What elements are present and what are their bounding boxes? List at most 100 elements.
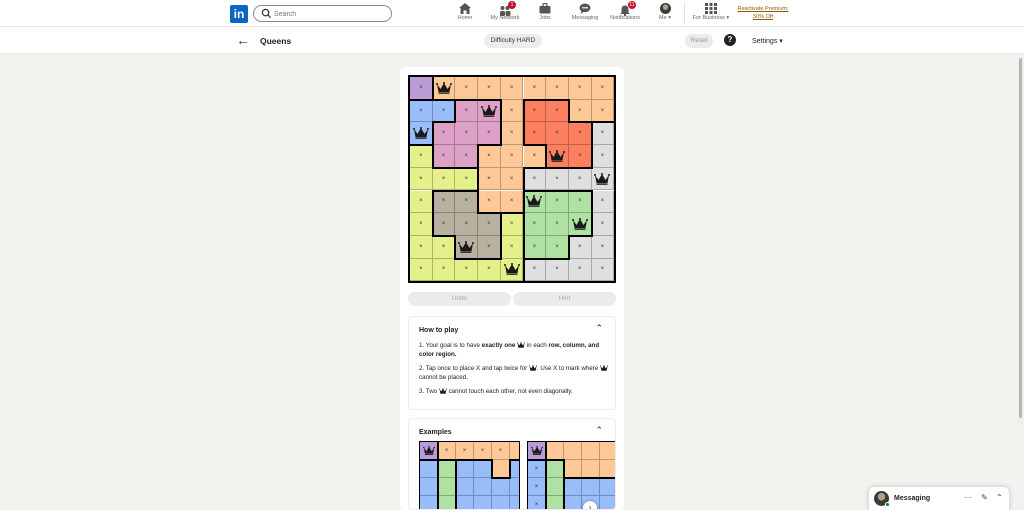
- help-icon[interactable]: ?: [724, 34, 736, 46]
- marked-cell[interactable]: ×: [546, 77, 569, 100]
- empty-cell[interactable]: [510, 496, 519, 509]
- marked-cell[interactable]: ×: [523, 213, 547, 236]
- marked-cell[interactable]: ×: [500, 167, 524, 191]
- empty-cell[interactable]: [582, 460, 600, 478]
- queen-cell[interactable]: [420, 442, 438, 460]
- empty-cell[interactable]: [600, 496, 615, 509]
- marked-cell[interactable]: ×: [591, 122, 615, 146]
- reset-button[interactable]: Reset: [685, 34, 713, 48]
- marked-cell[interactable]: ×: [478, 122, 501, 146]
- empty-cell[interactable]: [420, 460, 438, 478]
- empty-cell[interactable]: [546, 442, 564, 460]
- marked-cell[interactable]: ×: [455, 167, 479, 191]
- marked-cell[interactable]: ×: [500, 122, 524, 146]
- empty-cell[interactable]: [474, 460, 492, 478]
- marked-cell[interactable]: ×: [500, 145, 524, 168]
- marked-cell[interactable]: ×: [410, 77, 433, 100]
- marked-cell[interactable]: ×: [478, 77, 501, 100]
- empty-cell[interactable]: [438, 478, 456, 496]
- settings-dropdown[interactable]: Settings ▾: [752, 37, 783, 45]
- queen-cell[interactable]: [410, 122, 433, 146]
- empty-cell[interactable]: [546, 496, 564, 509]
- marked-cell[interactable]: ×: [456, 442, 474, 460]
- marked-cell[interactable]: ×: [591, 77, 615, 100]
- marked-cell[interactable]: ×: [546, 190, 569, 214]
- marked-cell[interactable]: ×: [500, 99, 524, 123]
- marked-cell[interactable]: ×: [478, 213, 501, 236]
- marked-cell[interactable]: ×: [432, 190, 456, 214]
- marked-cell[interactable]: ×: [410, 145, 433, 168]
- marked-cell[interactable]: ×: [523, 145, 547, 168]
- queen-cell[interactable]: [523, 190, 547, 214]
- marked-cell[interactable]: ×: [478, 167, 501, 191]
- empty-cell[interactable]: [456, 496, 474, 509]
- marked-cell[interactable]: ×: [474, 442, 492, 460]
- marked-cell[interactable]: ×: [546, 167, 569, 191]
- marked-cell[interactable]: ×: [438, 442, 456, 460]
- marked-cell[interactable]: ×: [500, 213, 524, 236]
- empty-cell[interactable]: [600, 460, 615, 478]
- empty-cell[interactable]: [492, 478, 510, 496]
- queen-cell[interactable]: [432, 77, 456, 100]
- empty-cell[interactable]: [474, 478, 492, 496]
- marked-cell[interactable]: ×: [455, 190, 479, 214]
- marked-cell[interactable]: ×: [410, 258, 433, 282]
- marked-cell[interactable]: ×: [410, 235, 433, 259]
- empty-cell[interactable]: [600, 478, 615, 496]
- empty-cell[interactable]: [564, 460, 582, 478]
- search-input[interactable]: [274, 8, 384, 20]
- marked-cell[interactable]: ×: [546, 235, 569, 259]
- marked-cell[interactable]: ×: [546, 258, 569, 282]
- queen-cell[interactable]: [455, 235, 479, 259]
- marked-cell[interactable]: ×: [523, 122, 547, 146]
- marked-cell[interactable]: ×: [478, 258, 501, 282]
- empty-cell[interactable]: [564, 478, 582, 496]
- collapse-chevron-icon[interactable]: ⌃: [595, 324, 603, 333]
- search-box[interactable]: [253, 5, 392, 22]
- marked-cell[interactable]: ×: [591, 258, 615, 282]
- hint-button[interactable]: Hint: [513, 292, 616, 306]
- empty-cell[interactable]: [546, 478, 564, 496]
- marked-cell[interactable]: ×: [568, 235, 592, 259]
- empty-cell[interactable]: [492, 496, 510, 509]
- back-arrow-icon[interactable]: ←: [236, 33, 250, 47]
- marked-cell[interactable]: ×: [528, 478, 546, 496]
- queen-cell[interactable]: [528, 442, 546, 460]
- marked-cell[interactable]: ×: [591, 213, 615, 236]
- marked-cell[interactable]: ×: [500, 235, 524, 259]
- marked-cell[interactable]: ×: [523, 235, 547, 259]
- nav-me[interactable]: Me ▾: [642, 3, 688, 25]
- marked-cell[interactable]: ×: [432, 258, 456, 282]
- nav-for-business[interactable]: For Business ▾: [688, 3, 734, 25]
- marked-cell[interactable]: ×: [591, 145, 615, 168]
- marked-cell[interactable]: ×: [455, 213, 479, 236]
- marked-cell[interactable]: ×: [432, 99, 456, 123]
- marked-cell[interactable]: ×: [568, 258, 592, 282]
- empty-cell[interactable]: [438, 460, 456, 478]
- queen-cell[interactable]: [478, 99, 501, 123]
- empty-cell[interactable]: [546, 460, 564, 478]
- more-options-icon[interactable]: ···: [964, 493, 972, 502]
- empty-cell[interactable]: [564, 496, 582, 509]
- linkedin-logo[interactable]: in: [230, 5, 248, 23]
- marked-cell[interactable]: ×: [546, 213, 569, 236]
- compose-icon[interactable]: ✎: [981, 493, 988, 502]
- collapse-chevron-icon[interactable]: ⌃: [996, 493, 1003, 502]
- empty-cell[interactable]: [456, 478, 474, 496]
- empty-cell[interactable]: [420, 496, 438, 509]
- marked-cell[interactable]: ×: [432, 122, 456, 146]
- marked-cell[interactable]: ×: [500, 190, 524, 214]
- marked-cell[interactable]: ×: [523, 258, 547, 282]
- empty-cell[interactable]: [420, 478, 438, 496]
- marked-cell[interactable]: ×: [410, 213, 433, 236]
- marked-cell[interactable]: ×: [492, 442, 510, 460]
- empty-cell[interactable]: [582, 442, 600, 460]
- marked-cell[interactable]: ×: [432, 213, 456, 236]
- marked-cell[interactable]: ×: [523, 99, 547, 123]
- messaging-overlay[interactable]: Messaging ··· ✎ ⌃: [868, 486, 1010, 510]
- marked-cell[interactable]: ×: [523, 167, 547, 191]
- marked-cell[interactable]: ×: [410, 99, 433, 123]
- empty-cell[interactable]: [564, 442, 582, 460]
- queen-cell[interactable]: [591, 167, 615, 191]
- marked-cell[interactable]: ×: [478, 145, 501, 168]
